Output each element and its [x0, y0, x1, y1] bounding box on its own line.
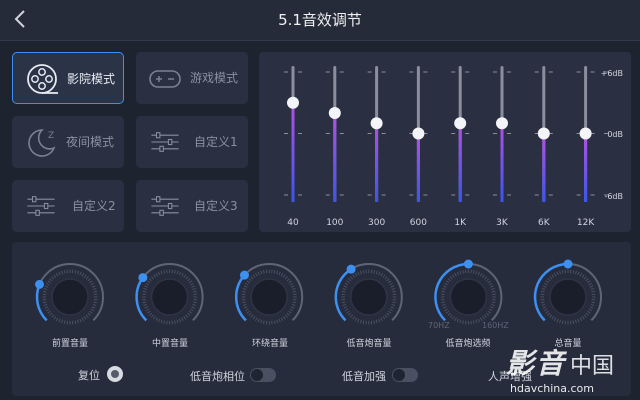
knob-label: 中置音量 — [151, 339, 188, 349]
eq-band-1K[interactable]: 1K — [454, 66, 467, 228]
equalizer-sliders[interactable]: 40 100 300 600 1K 3K 6K 12K +6dB 0dB -6dB — [259, 52, 631, 232]
knob-handle[interactable] — [346, 264, 356, 274]
mode-label: 自定义1 — [194, 135, 238, 149]
bass-boost-label: 低音加强 — [342, 370, 386, 383]
mode-label: 游戏模式 — [190, 71, 239, 85]
eq-level-bar — [584, 133, 588, 202]
knob-dial[interactable] — [549, 278, 587, 316]
eq-band-label: 12K — [577, 218, 595, 228]
knob-handle[interactable] — [138, 273, 148, 283]
gamepad-icon — [149, 70, 181, 88]
eq-band-12K[interactable]: 12K — [577, 66, 595, 228]
eq-band-label: 40 — [287, 218, 299, 228]
knob-4[interactable] — [434, 259, 503, 325]
knob-dial[interactable] — [350, 278, 388, 316]
eq-band-label: 300 — [368, 218, 385, 228]
eq-level-bar — [542, 133, 546, 202]
knob-dial[interactable] — [150, 278, 189, 316]
knob-handle[interactable] — [463, 259, 473, 269]
mode-button-game[interactable]: 游戏模式 — [136, 52, 248, 104]
knob-dial[interactable] — [250, 278, 288, 316]
sliders-icon — [27, 196, 55, 216]
watermark-brand2: 中国 — [570, 354, 615, 379]
scale-mid-label: 0dB — [607, 130, 623, 139]
knob-dial[interactable] — [51, 278, 89, 316]
watermark-logo: 影音 中国 hdavchina.com — [480, 342, 640, 400]
knob-3[interactable] — [334, 263, 403, 325]
page-title: 5.1音效调节 — [278, 11, 362, 29]
mode-button-night[interactable]: Z 夜间模式 — [12, 116, 124, 168]
eq-band-label: 600 — [410, 218, 427, 228]
bass-boost-toggle[interactable] — [392, 368, 418, 382]
eq-level-bar — [500, 123, 504, 202]
top-bar: 5.1音效调节 — [0, 0, 640, 41]
eq-band-600[interactable]: 600 — [410, 66, 427, 228]
knob-level-arc — [135, 276, 148, 322]
knob-handle[interactable] — [239, 270, 249, 280]
sliders-icon — [151, 196, 179, 216]
mode-button-custom1[interactable]: 自定义1 — [136, 116, 248, 168]
eq-band-100[interactable]: 100 — [326, 66, 344, 228]
knob-2[interactable] — [234, 263, 304, 325]
mode-button-custom3[interactable]: 自定义3 — [136, 180, 248, 232]
knob-level-arc — [234, 274, 247, 322]
knob-handle[interactable] — [35, 279, 45, 289]
equalizer-panel: 40 100 300 600 1K 3K 6K 12K +6dB 0dB -6dB — [259, 52, 631, 232]
eq-knob[interactable] — [412, 127, 425, 140]
eq-level-bar — [458, 123, 462, 202]
knob-dial[interactable] — [449, 278, 488, 316]
knob-label: 前置音量 — [51, 339, 88, 349]
knob-label: 低音炮音量 — [346, 339, 392, 349]
reset-button[interactable] — [107, 366, 123, 382]
moon-icon: Z — [28, 129, 56, 157]
sub-phase-toggle[interactable] — [250, 368, 276, 382]
knob-0[interactable] — [35, 263, 104, 325]
eq-knob[interactable] — [496, 117, 508, 130]
film-reel-icon — [27, 64, 58, 94]
mode-label: 自定义2 — [72, 199, 116, 213]
reset-label: 复位 — [78, 369, 100, 382]
eq-knob[interactable] — [328, 107, 341, 119]
svg-text:Z: Z — [48, 131, 54, 141]
knob-label: 环绕音量 — [251, 339, 288, 349]
mode-button-custom2[interactable]: 自定义2 — [12, 180, 124, 232]
range-max-label: 160HZ — [482, 321, 509, 330]
eq-band-label: 6K — [538, 218, 551, 228]
mode-label: 夜间模式 — [66, 135, 115, 149]
watermark-brand: 影音 — [506, 347, 567, 380]
scale-bottom-label: -6dB — [604, 192, 623, 201]
eq-band-label: 100 — [326, 218, 343, 228]
eq-band-40[interactable]: 40 — [287, 66, 299, 228]
eq-band-6K[interactable]: 6K — [537, 66, 551, 228]
eq-band-3K[interactable]: 3K — [496, 66, 509, 228]
eq-level-bar — [375, 123, 379, 202]
sub-phase-label: 低音炮相位 — [190, 370, 245, 383]
eq-band-300[interactable]: 300 — [368, 66, 385, 228]
eq-level-bar — [416, 133, 420, 202]
range-min-label: 70HZ — [428, 321, 450, 330]
knob-5[interactable] — [533, 259, 602, 325]
watermark-url: hdavchina.com — [510, 382, 594, 395]
eq-knob[interactable] — [537, 127, 550, 140]
eq-knob[interactable] — [370, 117, 383, 130]
mode-label: 自定义3 — [194, 199, 238, 213]
scale-top-label: +6dB — [601, 69, 623, 78]
eq-knob[interactable] — [287, 96, 299, 109]
eq-band-label: 3K — [496, 218, 509, 228]
eq-level-bar — [333, 113, 337, 202]
mode-label: 影院模式 — [67, 72, 116, 86]
knob-1[interactable] — [135, 263, 204, 325]
mode-button-cinema[interactable]: 影院模式 — [12, 52, 124, 104]
eq-band-label: 1K — [454, 218, 467, 228]
eq-level-bar — [291, 102, 295, 202]
eq-knob[interactable] — [454, 117, 467, 130]
eq-knob[interactable] — [579, 127, 592, 140]
sliders-icon — [151, 132, 179, 152]
knob-handle[interactable] — [563, 259, 573, 269]
